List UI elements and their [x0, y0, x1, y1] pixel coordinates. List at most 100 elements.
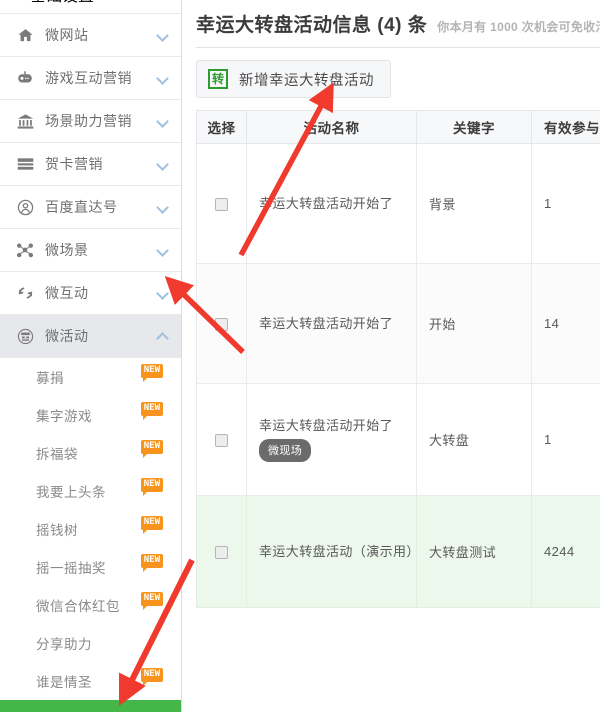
sidebar-submenu-item[interactable]: 微信合体红包 NEW [0, 586, 181, 624]
new-badge: NEW [140, 668, 163, 686]
chevron-down-icon [156, 158, 169, 171]
sidebar-submenu-item[interactable]: 拆福袋 NEW [0, 434, 181, 472]
chevron-up-icon [156, 332, 169, 345]
robot-icon [14, 67, 36, 89]
sidebar-submenu-item[interactable]: 摇一摇抽奖 NEW [0, 548, 181, 586]
add-button-label: 新增幸运大转盘活动 [239, 72, 374, 89]
chevron-down-icon [156, 29, 169, 42]
sidebar-item-weihuodong[interactable]: 微活动 [0, 315, 181, 358]
chevron-down-icon [156, 201, 169, 214]
page-header: 幸运大转盘活动信息 (4) 条 你本月有 1000 次机会可免收活动创建 [182, 0, 600, 37]
sidebar-item-changjingzhuliyingxiao[interactable]: 场景助力营销 [0, 100, 181, 143]
interaction-icon [14, 282, 36, 304]
network-icon [14, 239, 36, 261]
sidebar-item-weiwangzhan[interactable]: 微网站 [0, 14, 181, 57]
sidebar-submenu-item[interactable]: 集字游戏 NEW [0, 396, 181, 434]
keyword-cell: 开始 [416, 263, 532, 384]
sidebar-item-hekayingxiao[interactable]: 贺卡营销 [0, 143, 181, 186]
new-badge: NEW [140, 364, 163, 382]
table-row: 幸运大转盘活动开始了 开始 14 [196, 263, 600, 384]
activity-name: 幸运大转盘活动开始了 [259, 315, 394, 331]
sidebar-submenu-label: 微信合体红包 [36, 599, 120, 614]
activity-name: 幸运大转盘活动开始了 [259, 195, 394, 211]
sidebar-item-label: 场景助力营销 [45, 113, 132, 129]
sidebar-submenu-label: 集字游戏 [36, 409, 92, 424]
activity-tag-badge: 微现场 [259, 439, 312, 463]
column-header-keyword: 关键字 [416, 110, 532, 144]
activity-name: 幸运大转盘活动开始了 [259, 417, 394, 433]
row-checkbox[interactable] [215, 546, 228, 560]
activity-name-cell: 幸运大转盘活动开始了微现场 [246, 383, 417, 496]
sidebar-submenu-item[interactable]: 摇钱树 NEW [0, 510, 181, 548]
new-badge: NEW [140, 592, 163, 610]
sidebar-submenu-label: 摇钱树 [36, 523, 78, 538]
sidebar-item-weichangjing[interactable]: 微场景 [0, 229, 181, 272]
activity-name: 幸运大转盘活动（演示用） [259, 543, 420, 559]
chevron-down-icon [156, 244, 169, 257]
page-subtitle: 你本月有 1000 次机会可免收活动创建 [437, 20, 600, 34]
new-badge: NEW [140, 554, 163, 572]
bank-icon [14, 110, 36, 132]
sidebar-submenu-item[interactable]: 募捐 NEW [0, 358, 181, 396]
sidebar-submenu-item[interactable]: 谁是情圣 NEW [0, 662, 181, 700]
new-badge: NEW [140, 516, 163, 534]
add-lucky-wheel-activity-button[interactable]: 转 新增幸运大转盘活动 [196, 60, 391, 98]
activity-name-cell: 幸运大转盘活动开始了 [246, 143, 417, 264]
activity-name-cell: 幸运大转盘活动（演示用） [246, 495, 420, 608]
keyword-cell: 大转盘测试 [416, 495, 532, 608]
row-checkbox[interactable] [215, 198, 228, 212]
column-header-participants: 有效参与人 [531, 110, 600, 144]
chevron-down-icon [156, 115, 169, 128]
row-select-cell [196, 143, 247, 264]
activity-name-cell: 幸运大转盘活动开始了 [246, 263, 417, 384]
table-row: 幸运大转盘活动开始了 微现场 大转盘 1 [196, 383, 600, 496]
sidebar-item-label: 百度直达号 [45, 199, 118, 215]
row-select-cell [196, 383, 247, 496]
sidebar-submenu-item[interactable]: 我要上头条 NEW [0, 472, 181, 510]
chevron-down-icon [156, 72, 169, 85]
table-row: 幸运大转盘活动开始了 背景 1 [196, 143, 600, 264]
card-icon [14, 153, 36, 175]
sidebar-item-label: 微网站 [45, 27, 89, 43]
keyword-cell: 大转盘 [416, 383, 532, 496]
row-checkbox[interactable] [215, 318, 228, 332]
table-body: 幸运大转盘活动开始了 背景 1 幸运大转盘活动开始了 开始 14 幸运大转盘活动开始了 微现场… [196, 143, 600, 608]
sidebar-submenu-label: 我要上头条 [36, 485, 106, 500]
sidebar-submenu-label: 摇一摇抽奖 [36, 561, 106, 576]
sidebar-submenu-label: 拆福袋 [36, 447, 78, 462]
sidebar-item-youxihudongyingxiao[interactable]: 游戏互动营销 [0, 57, 181, 100]
participants-cell: 1 [531, 383, 600, 496]
activities-table: 选择 活动名称 关键字 有效参与人 幸运大转盘活动开始了背景1幸运大转盘活动开始… [196, 110, 600, 608]
sidebar-submenu-label: 募捐 [36, 371, 64, 386]
sidebar-item-label: 基础设置 [30, 0, 94, 6]
sidebar-green-bar [0, 700, 181, 712]
new-badge: NEW [140, 440, 163, 458]
sidebar-item-label: 游戏互动营销 [45, 70, 132, 86]
sidebar-submenu: 募捐 NEW 集字游戏 NEW 拆福袋 NEW 我要上头条 NEW 摇钱树 NEW 摇一摇抽奖 NEW… [0, 358, 181, 712]
column-header-select: 选择 [196, 110, 247, 144]
sidebar-item-label: 微场景 [45, 242, 89, 258]
sidebar-item-weihudong[interactable]: 微互动 [0, 272, 181, 315]
sidebar-item-label: 微活动 [45, 328, 89, 344]
sidebar-item-baiduzhidahao[interactable]: 百度直达号 [0, 186, 181, 229]
sidebar-submenu-item[interactable]: 分享助力 [0, 624, 181, 662]
new-badge: NEW [140, 402, 163, 420]
sidebar: 基础设置 微网站 游戏互动营销 [0, 0, 182, 712]
participants-cell: 14 [531, 263, 600, 384]
participants-cell: 1 [531, 143, 600, 264]
new-badge: NEW [140, 478, 163, 496]
row-select-cell [196, 263, 247, 384]
sidebar-submenu-label: 分享助力 [36, 637, 92, 652]
table-row: 幸运大转盘活动（演示用） 大转盘测试 4244 [196, 495, 600, 608]
toolbar: 转 新增幸运大转盘活动 [182, 48, 600, 98]
sidebar-item-label: 贺卡营销 [45, 156, 103, 172]
row-select-cell [196, 495, 247, 608]
row-checkbox[interactable] [215, 434, 228, 448]
sidebar-item-basic-settings[interactable]: 基础设置 [0, 0, 181, 14]
page-title: 幸运大转盘活动信息 (4) 条 [196, 15, 428, 36]
main-content: 幸运大转盘活动信息 (4) 条 你本月有 1000 次机会可免收活动创建 转 新… [182, 0, 600, 712]
sidebar-submenu-label: 谁是情圣 [36, 675, 92, 690]
column-header-activity-name: 活动名称 [246, 110, 417, 144]
grid-icon [14, 0, 30, 4]
sidebar-item-label: 微互动 [45, 285, 89, 301]
